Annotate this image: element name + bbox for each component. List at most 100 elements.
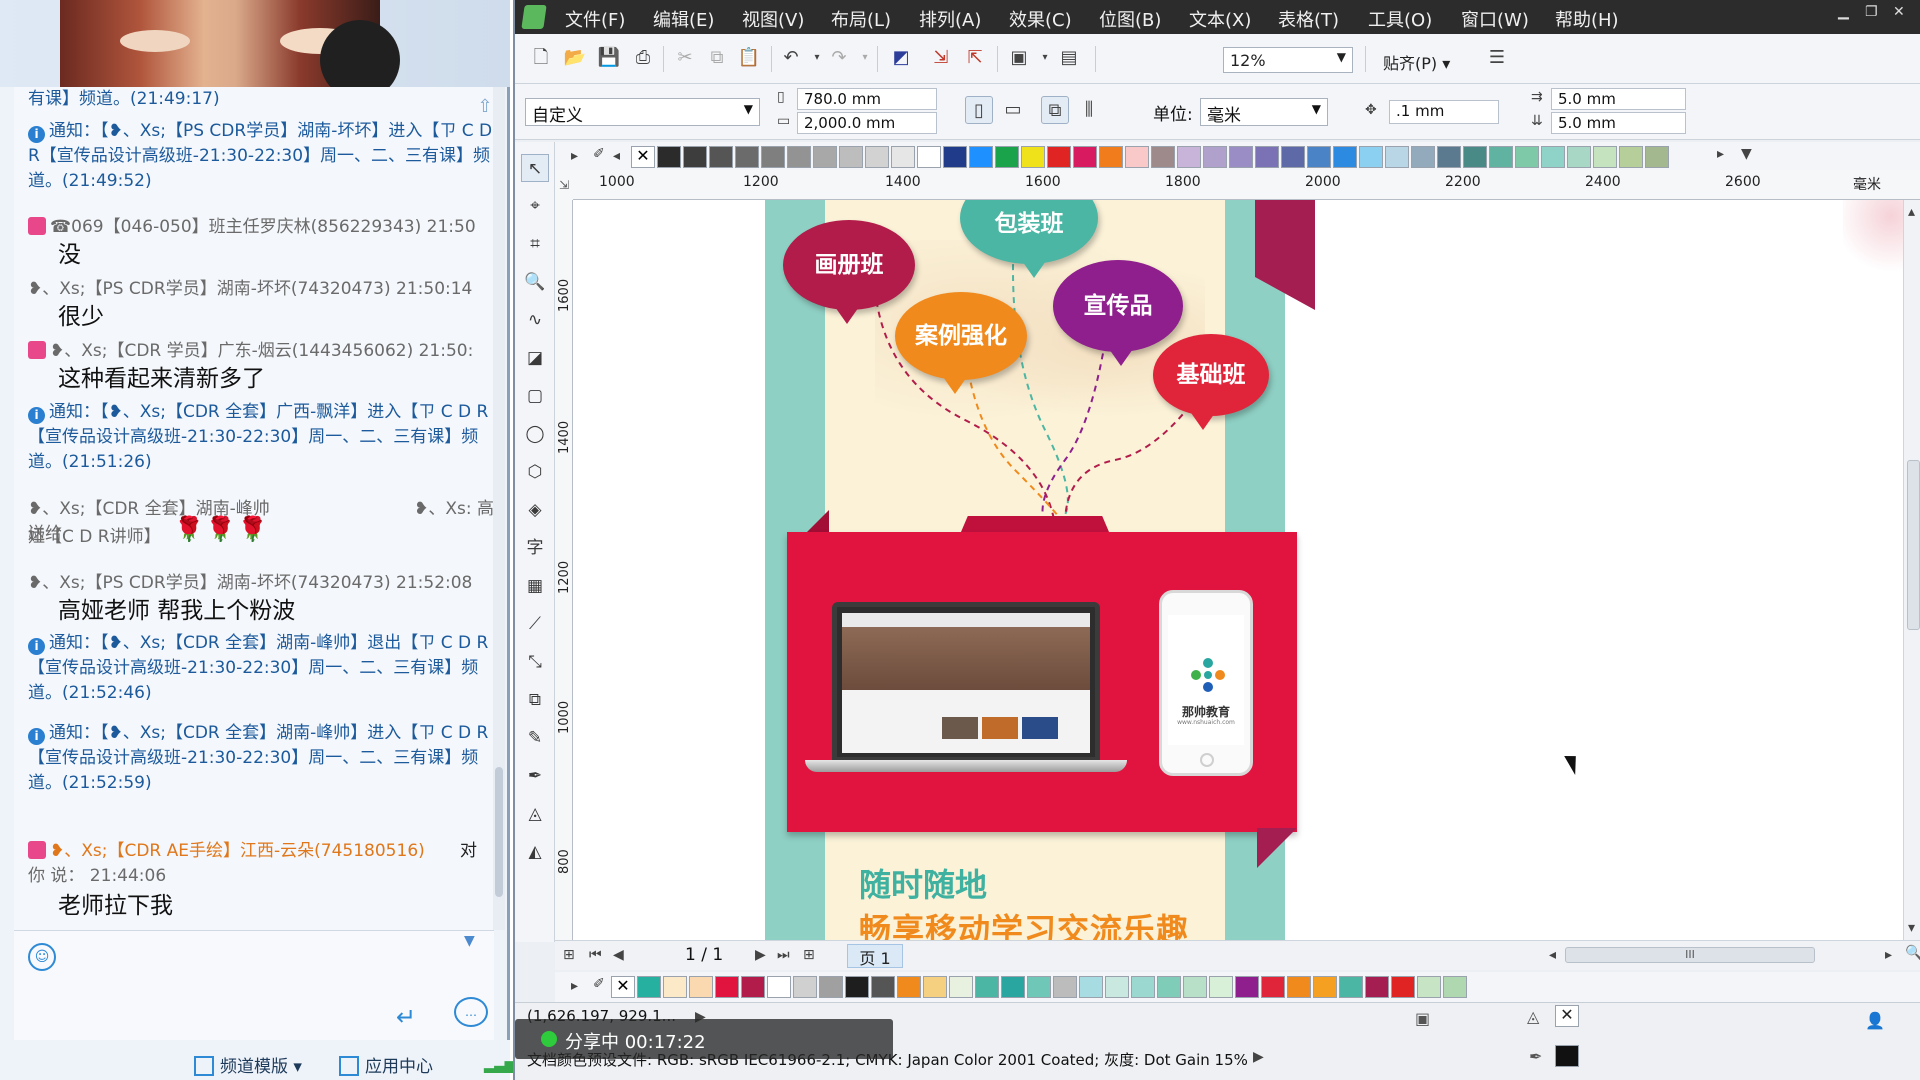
color-swatch[interactable] — [793, 976, 817, 998]
color-swatch[interactable] — [1125, 146, 1149, 168]
menu-view[interactable]: 视图(V) — [742, 6, 804, 32]
menu-edit[interactable]: 编辑(E) — [653, 6, 714, 32]
canvas-vertical-scrollbar[interactable]: ▴ ▾ — [1903, 200, 1920, 940]
chat-message-list[interactable]: 有课】频道。(21:49:17) i 通知：【❥、Xs;【PS CDR学员】湖南-… — [14, 87, 494, 930]
color-swatch[interactable] — [839, 146, 863, 168]
no-color-swatch[interactable]: ✕ — [611, 976, 635, 998]
ruler-origin[interactable]: ⇲ — [555, 170, 573, 200]
send-arrow-icon[interactable]: ↵ — [396, 1003, 416, 1031]
chat-scrollbar[interactable] — [493, 87, 505, 930]
color-swatch[interactable] — [897, 976, 921, 998]
color-swatch[interactable] — [1099, 146, 1123, 168]
color-swatch[interactable] — [1567, 146, 1591, 168]
zoom-navigator-icon[interactable]: 🔍 — [1905, 945, 1920, 961]
color-swatch[interactable] — [1105, 976, 1129, 998]
color-swatch[interactable] — [1619, 146, 1643, 168]
color-swatch[interactable] — [813, 146, 837, 168]
paste-icon[interactable]: 📋 — [735, 44, 763, 72]
color-swatch[interactable] — [1183, 976, 1207, 998]
palette-menu-icon[interactable]: ▼ — [1741, 146, 1752, 162]
portrait-icon[interactable]: ▯ — [965, 96, 993, 124]
color-swatch[interactable] — [1313, 976, 1337, 998]
color-swatch[interactable] — [689, 976, 713, 998]
page-insert-after-icon[interactable]: ⊞ — [803, 947, 815, 963]
emoji-icon[interactable]: ☺ — [28, 943, 56, 971]
color-swatch[interactable] — [1281, 146, 1305, 168]
color-swatch[interactable] — [1365, 976, 1389, 998]
save-icon[interactable]: 💾 — [595, 44, 623, 72]
template-menu-button[interactable]: 频道模版 ▾ — [194, 1052, 302, 1077]
restore-icon[interactable]: ❐ — [1865, 4, 1878, 20]
color-swatch[interactable] — [1437, 146, 1461, 168]
export-icon[interactable]: ⇱ — [961, 44, 989, 72]
rectangle-tool-icon[interactable]: ▢ — [521, 382, 549, 410]
poster-headline-1[interactable]: 随时随地 — [859, 860, 987, 906]
outline-tool-icon[interactable]: ✒ — [521, 762, 549, 790]
options-icon[interactable]: ☰ — [1483, 44, 1511, 72]
crop-tool-icon[interactable]: ⌗ — [521, 230, 549, 258]
close-icon[interactable]: ✕ — [1893, 4, 1905, 20]
menu-table[interactable]: 表格(T) — [1278, 6, 1339, 32]
page-height-field[interactable]: 2,000.0 mm — [797, 112, 937, 134]
vertical-ruler[interactable]: 1600 1400 1200 1000 800 — [555, 200, 573, 940]
user-icon[interactable]: 👤 — [1865, 1011, 1885, 1030]
color-swatch[interactable] — [819, 976, 843, 998]
menu-arrange[interactable]: 排列(A) — [919, 6, 981, 32]
open-folder-icon[interactable]: 📂 — [561, 44, 589, 72]
fill-tool-icon[interactable]: ◬ — [521, 800, 549, 828]
poster-headline-2[interactable]: 畅享移动学习交流乐趣 — [859, 905, 1189, 940]
menu-file[interactable]: 文件(F) — [565, 6, 625, 32]
menu-text[interactable]: 文本(X) — [1189, 6, 1251, 32]
welcome-screen-icon[interactable]: ▤ — [1055, 44, 1083, 72]
color-swatch[interactable] — [1339, 976, 1363, 998]
color-swatch[interactable] — [1287, 976, 1311, 998]
bubble-brochure[interactable]: 画册班 — [783, 220, 915, 324]
landscape-icon[interactable]: ▭ — [999, 96, 1027, 124]
duplicate-distance-y-field[interactable]: 5.0 mm — [1551, 112, 1686, 134]
unit-combo[interactable]: 毫米 ▼ — [1200, 98, 1328, 126]
color-swatch[interactable] — [1209, 976, 1233, 998]
menu-tools[interactable]: 工具(O) — [1368, 6, 1432, 32]
zoom-tool-icon[interactable]: 🔍 — [521, 268, 549, 296]
color-swatch[interactable] — [1151, 146, 1175, 168]
color-swatch[interactable] — [1417, 976, 1441, 998]
search-content-icon[interactable]: ◩ — [887, 44, 915, 72]
color-swatch[interactable] — [871, 976, 895, 998]
ellipse-tool-icon[interactable]: ◯ — [521, 420, 549, 448]
chat-scrollbar-thumb[interactable] — [495, 767, 503, 897]
chevron-down-icon[interactable]: ▼ — [464, 933, 475, 949]
palette-scroll-left-icon[interactable]: ▸ — [571, 978, 578, 994]
color-swatch[interactable] — [1261, 976, 1285, 998]
cut-icon[interactable]: ✂ — [671, 44, 699, 72]
application-launcher-icon[interactable]: ▣ — [1005, 44, 1033, 72]
color-swatch[interactable] — [1131, 976, 1155, 998]
interactive-fill-icon[interactable]: ◭ — [521, 838, 549, 866]
color-swatch[interactable] — [865, 146, 889, 168]
drawing-canvas[interactable]: 包装班 画册班 案例强化 宣传品 基础班 那帅教育 www.nshuaich.c… — [573, 200, 1903, 940]
color-swatch[interactable] — [657, 146, 681, 168]
color-swatch[interactable] — [1411, 146, 1435, 168]
color-swatch[interactable] — [923, 976, 947, 998]
menu-bitmap[interactable]: 位图(B) — [1099, 6, 1161, 32]
duplicate-distance-x-field[interactable]: 5.0 mm — [1551, 88, 1686, 110]
poster-design[interactable]: 包装班 画册班 案例强化 宣传品 基础班 那帅教育 www.nshuaich.c… — [765, 200, 1315, 940]
menu-effects[interactable]: 效果(C) — [1009, 6, 1072, 32]
color-swatch[interactable] — [1027, 976, 1051, 998]
current-page-icon[interactable]: ⫼ — [1075, 96, 1103, 124]
all-pages-icon[interactable]: ⧉ — [1041, 96, 1069, 124]
canvas-horizontal-scroll-thumb[interactable]: III — [1565, 947, 1815, 963]
color-swatch[interactable] — [1443, 976, 1467, 998]
bubble-promo[interactable]: 宣传品 — [1053, 260, 1183, 366]
screen-share-overlay[interactable]: 分享中 00:17:22 — [515, 1019, 893, 1059]
page-tab-1[interactable]: 页 1 — [847, 944, 903, 968]
previous-page-icon[interactable]: ◀ — [613, 947, 624, 963]
color-swatch[interactable] — [1359, 146, 1383, 168]
color-swatch[interactable] — [709, 146, 733, 168]
scroll-up-icon[interactable]: ▴ — [1908, 204, 1915, 220]
canvas-scroll-thumb[interactable] — [1907, 460, 1920, 630]
color-swatch[interactable] — [943, 146, 967, 168]
smart-fill-icon[interactable]: ◪ — [521, 344, 549, 372]
color-swatch[interactable] — [1255, 146, 1279, 168]
minimize-icon[interactable]: ▁ — [1838, 4, 1849, 20]
color-swatch[interactable] — [1229, 146, 1253, 168]
